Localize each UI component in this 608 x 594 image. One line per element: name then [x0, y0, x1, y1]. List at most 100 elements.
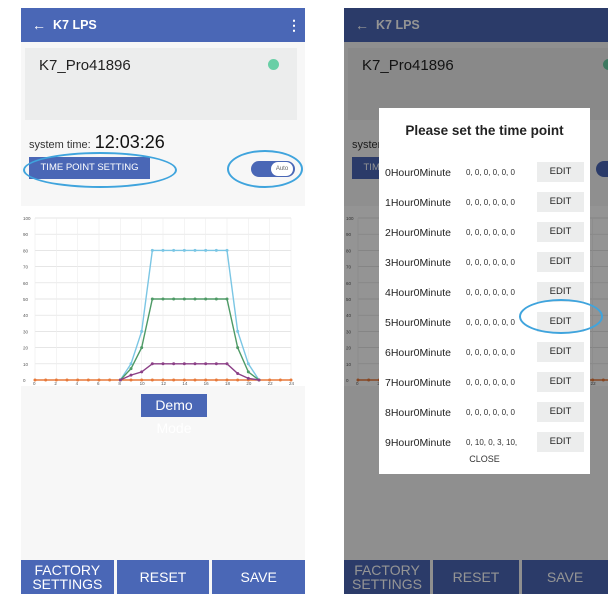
device-card[interactable]: K7_Pro41896: [25, 48, 297, 120]
time-point-values: 0, 0, 0, 0, 0, 0: [466, 318, 515, 327]
light-schedule-chart: 0102030405060708090100024681012141618202…: [21, 206, 305, 386]
x-tick-label: 6: [97, 381, 100, 386]
x-tick-label: 18: [225, 381, 231, 386]
data-point: [246, 370, 250, 374]
time-point-values: 0, 0, 0, 0, 0, 0: [466, 348, 515, 357]
data-point: [236, 372, 240, 376]
time-point-label: 1Hour0Minute: [385, 197, 451, 209]
reset-button[interactable]: RESET: [116, 560, 210, 594]
more-menu-icon[interactable]: ⋮: [283, 17, 305, 34]
time-point-row: 8Hour0Minute 0, 0, 0, 0, 0, 0 EDIT: [379, 398, 590, 428]
save-button[interactable]: SAVE: [212, 560, 305, 594]
y-tick-label: 70: [23, 265, 29, 270]
data-point: [150, 248, 154, 252]
time-point-values: 0, 0, 0, 0, 0, 0: [466, 228, 515, 237]
app-title: K7 LPS: [53, 18, 97, 32]
data-point: [278, 378, 282, 382]
data-point: [268, 378, 272, 382]
x-tick-label: 14: [182, 381, 188, 386]
data-point: [140, 346, 144, 350]
data-point: [257, 378, 261, 382]
time-point-label: 9Hour0Minute: [385, 437, 451, 449]
data-point: [161, 297, 165, 301]
data-point: [140, 370, 144, 374]
edit-button[interactable]: EDIT: [537, 222, 584, 242]
x-tick-label: 4: [76, 381, 79, 386]
factory-settings-button[interactable]: FACTORY SETTINGS: [21, 560, 114, 594]
dialog-title: Please set the time point: [405, 123, 564, 138]
data-point: [172, 378, 176, 382]
edit-button[interactable]: EDIT: [537, 342, 584, 362]
device-name: K7_Pro41896: [39, 57, 131, 74]
time-point-label: 6Hour0Minute: [385, 347, 451, 359]
data-point: [129, 378, 133, 382]
data-point: [161, 248, 165, 252]
close-button[interactable]: CLOSE: [379, 454, 590, 464]
chart-svg: 0102030405060708090100024681012141618202…: [23, 216, 295, 386]
time-point-row: 2Hour0Minute 0, 0, 0, 0, 0, 0 EDIT: [379, 218, 590, 248]
bottom-bar: FACTORY SETTINGS RESET SAVE: [21, 560, 305, 594]
data-point: [193, 378, 197, 382]
y-tick-label: 20: [23, 346, 29, 351]
data-point: [182, 297, 186, 301]
connection-status-dot: [268, 59, 279, 70]
edit-button[interactable]: EDIT: [537, 192, 584, 212]
y-tick-label: 50: [23, 297, 29, 302]
data-point: [225, 248, 229, 252]
data-point: [289, 378, 293, 382]
edit-button[interactable]: EDIT: [537, 372, 584, 392]
data-point: [161, 378, 165, 382]
data-point: [54, 378, 58, 382]
back-arrow-icon[interactable]: ←: [25, 17, 53, 33]
data-point: [33, 378, 37, 382]
data-point: [225, 297, 229, 301]
time-point-label: 2Hour0Minute: [385, 227, 451, 239]
edit-button[interactable]: EDIT: [537, 432, 584, 452]
demo-mode-button[interactable]: Demo Mode: [141, 394, 207, 436]
data-point: [193, 362, 197, 366]
data-point: [150, 297, 154, 301]
data-point: [246, 376, 250, 380]
main-screen: ← K7 LPS ⋮ K7_Pro41896 system time: 12:03…: [21, 8, 305, 594]
time-point-label: 0Hour0Minute: [385, 167, 451, 179]
time-point-dialog: Please set the time point 0Hour0Minute 0,…: [379, 108, 590, 474]
data-point: [246, 362, 250, 366]
data-point: [225, 378, 229, 382]
data-point: [225, 362, 229, 366]
x-tick-label: 0: [33, 381, 36, 386]
edit-button[interactable]: EDIT: [537, 162, 584, 182]
data-point: [236, 378, 240, 382]
time-point-screen: ← K7 LPS K7_Pro41896 system time:12:03:2…: [344, 8, 608, 594]
data-point: [182, 378, 186, 382]
edit-button[interactable]: EDIT: [537, 402, 584, 422]
highlight-oval: [227, 150, 303, 188]
data-point: [44, 378, 48, 382]
data-point: [193, 297, 197, 301]
x-tick-label: 20: [246, 381, 252, 386]
x-tick-label: 10: [140, 381, 146, 386]
data-point: [214, 378, 218, 382]
data-point: [204, 378, 208, 382]
data-point: [172, 297, 176, 301]
time-point-row: 0Hour0Minute 0, 0, 0, 0, 0, 0 EDIT: [379, 158, 590, 188]
y-tick-label: 90: [23, 232, 29, 237]
app-bar: ← K7 LPS ⋮: [21, 8, 305, 42]
y-tick-label: 80: [23, 248, 29, 253]
data-point: [236, 346, 240, 350]
time-point-row: 1Hour0Minute 0, 0, 0, 0, 0, 0 EDIT: [379, 188, 590, 218]
data-point: [97, 378, 101, 382]
series-line: [119, 298, 260, 381]
time-point-label: 5Hour0Minute: [385, 317, 451, 329]
edit-button[interactable]: EDIT: [537, 252, 584, 272]
data-point: [140, 329, 144, 333]
time-point-label: 8Hour0Minute: [385, 407, 451, 419]
highlight-oval: [519, 299, 603, 334]
data-point: [236, 329, 240, 333]
time-point-row: 6Hour0Minute 0, 0, 0, 0, 0, 0 EDIT: [379, 338, 590, 368]
data-point: [214, 248, 218, 252]
system-time-value: 12:03:26: [94, 132, 165, 152]
y-tick-label: 60: [23, 281, 29, 286]
data-point: [182, 248, 186, 252]
x-tick-label: 24: [289, 381, 295, 386]
time-point-values: 0, 0, 0, 0, 0, 0: [466, 378, 515, 387]
